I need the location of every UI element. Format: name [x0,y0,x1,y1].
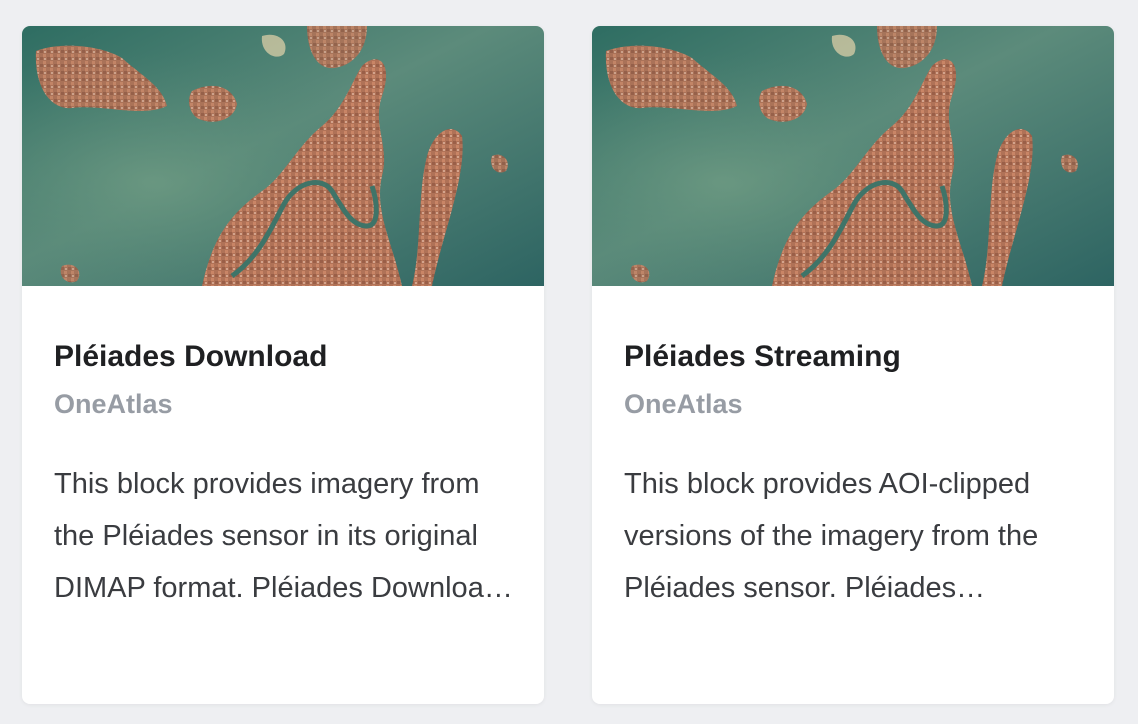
card-title: Pléiades Streaming [624,340,901,373]
product-grid: Pléiades Download OneAtlas This block pr… [0,0,1138,724]
satellite-thumbnail [592,26,1114,286]
card-description: This block provides imagery from the Plé… [54,468,500,604]
product-card[interactable]: Pléiades Streaming OneAtlas This block p… [592,26,1114,704]
satellite-thumbnail [22,26,544,286]
card-body: Pléiades Streaming OneAtlas This block p… [624,336,1084,614]
card-body: Pléiades Download OneAtlas This block pr… [54,336,514,614]
card-provider: OneAtlas [54,389,173,419]
card-description: This block provides AOI-clipped versions… [624,468,1039,604]
card-title: Pléiades Download [54,340,328,373]
card-provider: OneAtlas [624,389,743,419]
product-card[interactable]: Pléiades Download OneAtlas This block pr… [22,26,544,704]
